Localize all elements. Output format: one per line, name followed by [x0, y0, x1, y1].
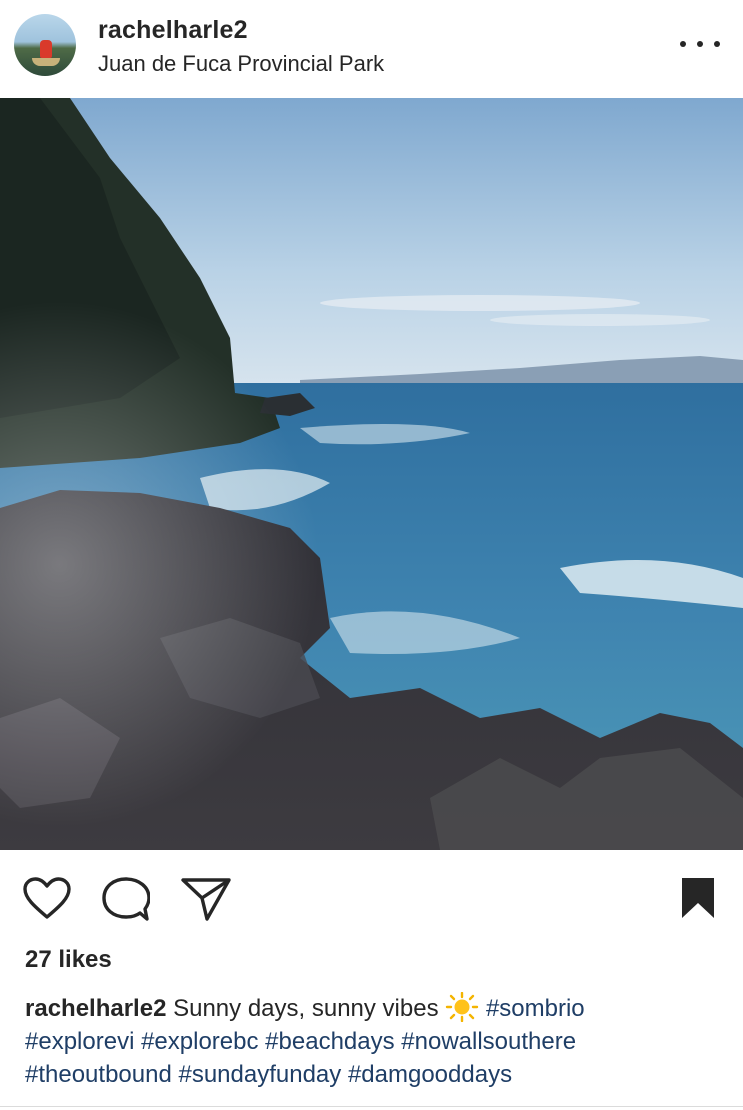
post-header: rachelharle2 Juan de Fuca Provincial Par… [0, 0, 743, 98]
hashtag-link[interactable]: #sundayfunday [178, 1061, 341, 1088]
caption-text: Sunny days, sunny vibes [173, 995, 439, 1022]
comment-icon[interactable] [102, 876, 150, 922]
post-username[interactable]: rachelharle2 [98, 16, 248, 45]
paper-plane-icon[interactable] [180, 876, 232, 922]
post-photo[interactable] [0, 98, 743, 850]
heart-icon[interactable] [22, 876, 72, 920]
photo-seascape [0, 98, 743, 850]
more-dot [680, 41, 686, 47]
post-caption: rachelharle2 Sunny days, sunny vibes #so… [25, 992, 725, 1091]
hashtag-link[interactable]: #theoutbound [25, 1061, 172, 1088]
avatar-canoe [32, 58, 60, 66]
more-dot [697, 41, 703, 47]
hashtag-link[interactable]: #nowallsouthere [401, 1028, 576, 1055]
hashtag-link[interactable]: #sombrio [486, 995, 585, 1022]
post-actions [0, 850, 743, 940]
caption-author[interactable]: rachelharle2 [25, 995, 166, 1022]
hashtag-link[interactable]: #beachdays [265, 1028, 394, 1055]
more-options-icon[interactable] [680, 34, 720, 54]
avatar-person [40, 40, 52, 58]
likes-count[interactable]: 27 likes [25, 946, 112, 974]
hashtag-link[interactable]: #explorevi [25, 1028, 134, 1055]
bookmark-icon[interactable] [680, 876, 716, 920]
user-avatar[interactable] [14, 14, 76, 76]
hashtag-link[interactable]: #explorebc [141, 1028, 258, 1055]
more-dot [714, 41, 720, 47]
sun-emoji-icon [446, 992, 479, 1022]
hashtag-link[interactable]: #damgooddays [348, 1061, 512, 1088]
post-location[interactable]: Juan de Fuca Provincial Park [98, 51, 384, 77]
bottom-divider [0, 1106, 743, 1107]
